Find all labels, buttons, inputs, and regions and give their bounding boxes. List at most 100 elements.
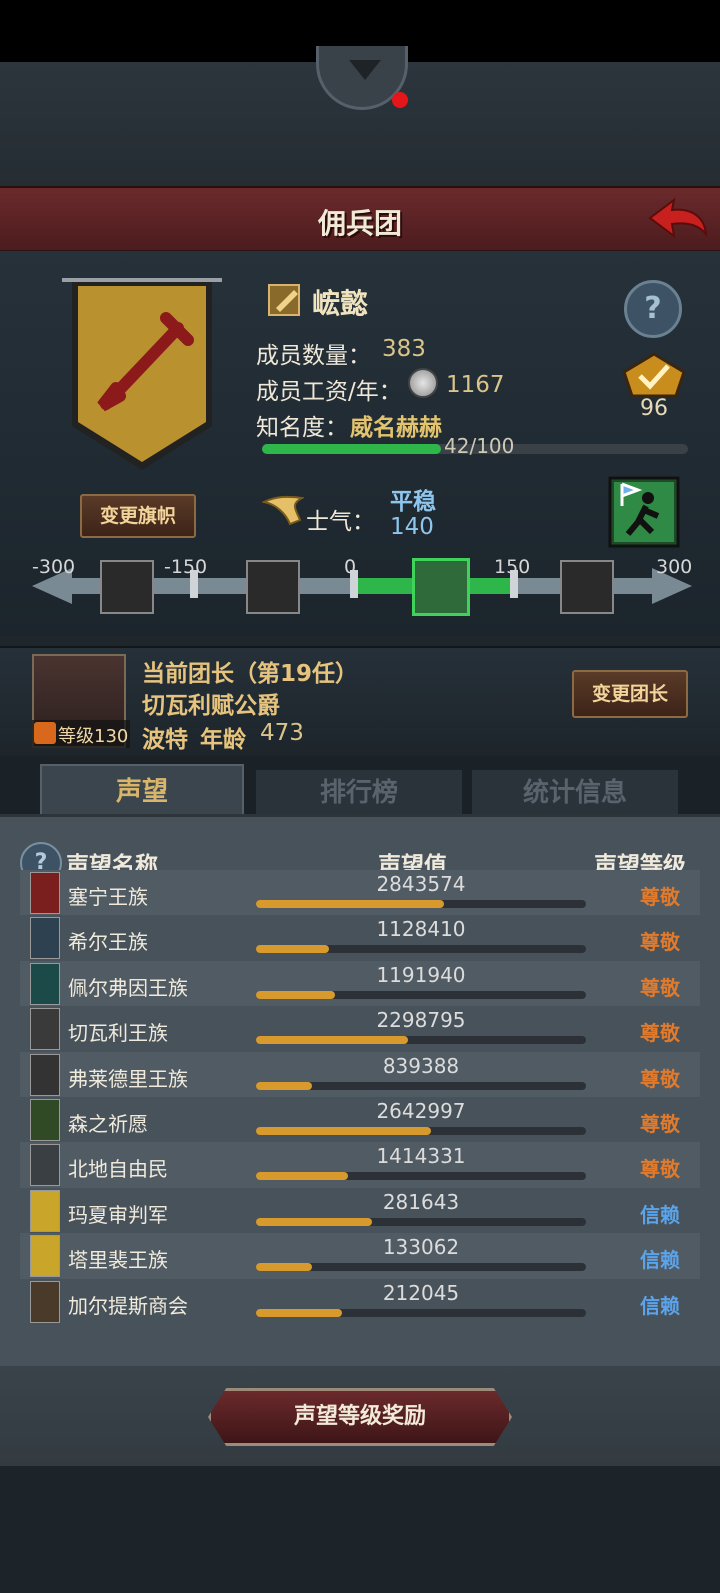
reputation-value: 1414331 (376, 1144, 466, 1169)
table-row[interactable]: 弗莱德里王族 839388 尊敬 (20, 1051, 700, 1098)
reputation-bar (256, 1127, 586, 1135)
faction-name: 塔里裴王族 (68, 1248, 168, 1273)
fame-progress-text: 42/100 (444, 434, 515, 458)
faction-crest-icon (30, 872, 60, 914)
morale-value: 140 (390, 514, 434, 540)
faction-name: 切瓦利王族 (68, 1021, 168, 1046)
reputation-bar-fill (256, 1127, 431, 1135)
reputation-bar (256, 990, 586, 999)
eye-icon[interactable] (100, 560, 154, 614)
steady-icon[interactable] (412, 558, 470, 616)
table-row[interactable]: 塞宁王族 2843574 尊敬 (20, 870, 700, 916)
table-row[interactable]: 玛夏审判军 281643 信赖 (20, 1187, 700, 1234)
level-text: 等级130 (58, 726, 129, 747)
faction-crest-icon (30, 962, 60, 1005)
reputation-level: 信赖 (640, 1248, 680, 1273)
change-leader-button[interactable]: 变更团长 (572, 670, 688, 718)
reputation-value: 2642997 (376, 1099, 466, 1123)
guild-name: 峵懿 (312, 287, 369, 320)
reputation-bar-fill (256, 990, 336, 999)
reputation-bar (256, 1081, 586, 1090)
reputation-value: 1191940 (376, 962, 466, 987)
table-row[interactable]: 加尔提斯商会 212045 信赖 (20, 1278, 700, 1325)
scale-tick-label: -300 (32, 556, 76, 578)
leader-race: 波特 (142, 727, 188, 753)
faction-name: 弗莱德里王族 (68, 1066, 188, 1091)
silver-coin-icon (408, 368, 438, 398)
members-value: 383 (382, 336, 426, 362)
charge-icon[interactable] (560, 560, 614, 614)
table-row[interactable]: 北地自由民 1414331 尊敬 (20, 1142, 700, 1189)
despair-icon[interactable] (246, 560, 300, 614)
reputation-level: 信赖 (640, 1202, 680, 1227)
reputation-value: 1128410 (376, 917, 466, 942)
scale-tick-label: 0 (344, 556, 357, 578)
leader-title: 当前团长（第19任） (142, 661, 359, 687)
reputation-level: 尊敬 (640, 885, 680, 909)
table-row[interactable]: 森之祈愿 2642997 尊敬 (20, 1097, 700, 1143)
reputation-reward-button[interactable]: 声望等级奖励 (208, 1388, 512, 1446)
scale-tick-label: 150 (494, 556, 531, 578)
wage-label: 成员工资/年： (256, 379, 402, 405)
table-row[interactable]: 切瓦利王族 2298795 尊敬 (20, 1006, 700, 1053)
reputation-bar-fill (256, 1081, 313, 1090)
tab-stats[interactable]: 统计信息 (472, 770, 678, 816)
faction-name: 玛夏审判军 (68, 1202, 168, 1227)
reputation-bar-fill (256, 900, 445, 908)
faction-name: 希尔王族 (68, 930, 148, 955)
reputation-level: 尊敬 (640, 930, 680, 955)
members-label: 成员数量： (256, 343, 371, 369)
reputation-bar-fill (256, 1217, 372, 1226)
reputation-bar-fill (256, 945, 329, 954)
wage-value: 1167 (446, 372, 505, 398)
table-row[interactable]: 佩尔弗因王族 1191940 尊敬 (20, 960, 700, 1007)
fame-title: 威名赫赫 (350, 415, 442, 441)
reputation-bar (256, 1217, 586, 1226)
reputation-bar (256, 1263, 586, 1272)
faction-crest-icon (30, 1280, 60, 1323)
reputation-bar-fill (256, 1308, 342, 1317)
leader-age-label: 年龄 (200, 727, 246, 753)
reputation-bar-fill (256, 1263, 313, 1272)
fame-progress-fill (262, 444, 441, 454)
faction-crest-icon (30, 1235, 60, 1278)
morale-label: 士气： (306, 509, 375, 535)
tab-ranking[interactable]: 排行榜 (256, 770, 462, 816)
reputation-level: 尊敬 (640, 975, 680, 1000)
reputation-bar-fill (256, 1172, 349, 1181)
page-title: 佣兵团 (317, 207, 402, 240)
faction-name: 森之祈愿 (68, 1112, 148, 1136)
level-star-icon (34, 722, 56, 744)
leader-name: 切瓦利赋公爵 (142, 693, 280, 719)
guild-banner-icon (62, 278, 222, 470)
reputation-bar-fill (256, 1036, 408, 1045)
morale-state: 平稳 (390, 489, 436, 515)
reputation-value: 281643 (382, 1189, 460, 1214)
reputation-bar (256, 1036, 586, 1045)
leader-age-value: 473 (260, 720, 304, 746)
back-arrow-icon[interactable] (648, 194, 708, 244)
running-flag-icon (608, 476, 680, 548)
leader-level: 等级130 (32, 720, 130, 748)
reputation-level: 尊敬 (640, 1157, 680, 1182)
change-flag-button[interactable]: 变更旗帜 (80, 494, 196, 538)
faction-crest-icon (30, 1008, 60, 1051)
faction-name: 加尔提斯商会 (68, 1293, 188, 1318)
table-row[interactable]: 塔里裴王族 133062 信赖 (20, 1233, 700, 1280)
reputation-level: 尊敬 (640, 1021, 680, 1046)
reputation-level: 信赖 (640, 1293, 680, 1318)
faction-crest-icon (30, 1189, 60, 1232)
table-row[interactable]: 希尔王族 1128410 尊敬 (20, 915, 700, 962)
tab-reputation[interactable]: 声望 (40, 764, 244, 816)
reputation-bar (256, 900, 586, 908)
reputation-value: 2843574 (376, 872, 466, 896)
faction-crest-icon (30, 1099, 60, 1141)
fame-label: 知名度： (256, 415, 348, 441)
reputation-value: 2298795 (376, 1008, 466, 1033)
scale-tick-label: 300 (656, 556, 693, 578)
reputation-level: 尊敬 (640, 1066, 680, 1091)
morale-scale: -300 -150 0 150 300 (32, 556, 692, 632)
reputation-value: 839388 (382, 1053, 460, 1078)
edit-name-icon[interactable] (266, 280, 304, 318)
help-button[interactable]: ? (624, 280, 682, 338)
